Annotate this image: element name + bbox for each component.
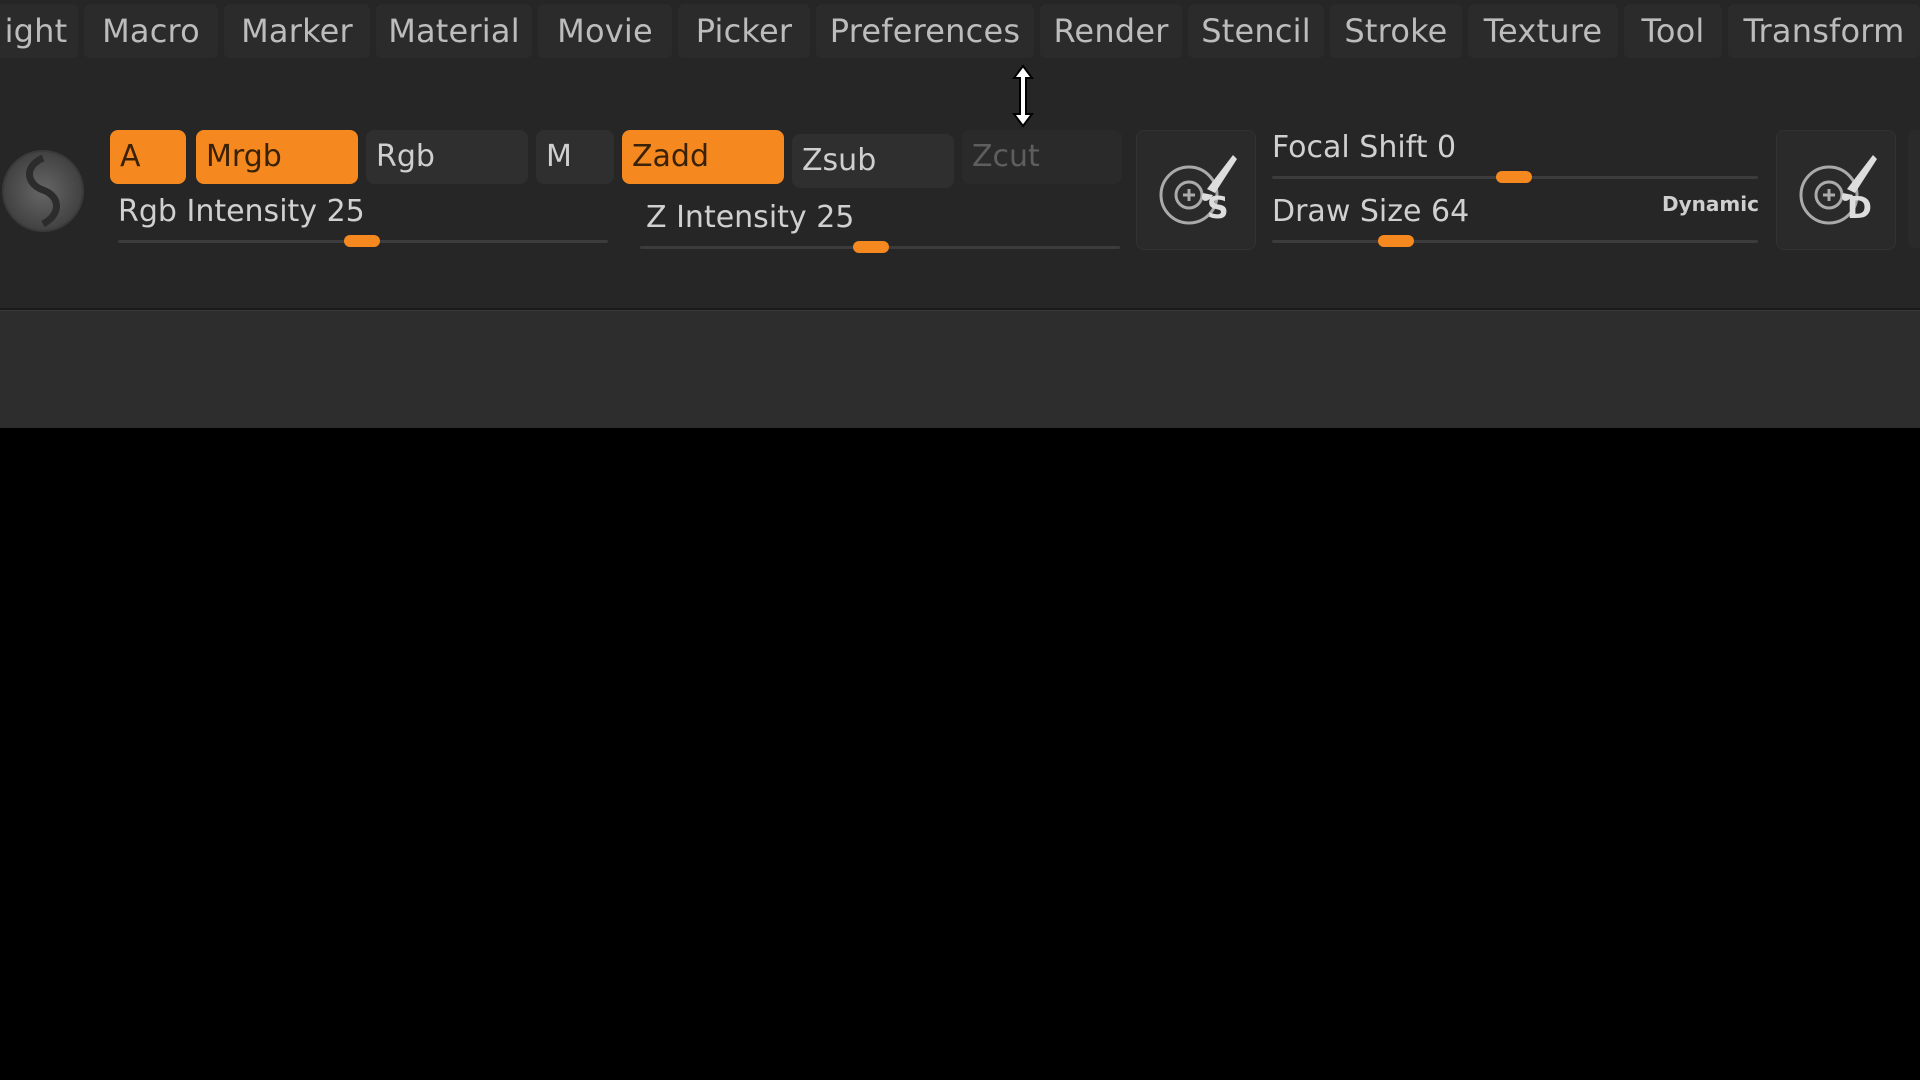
clipped-panel-edge [1908,130,1920,248]
menu-macro[interactable]: Macro [84,4,218,58]
draw-size-slider[interactable] [1272,240,1758,243]
rgb-button[interactable]: Rgb [366,130,528,184]
lightbox-s-panel[interactable]: S [1136,130,1256,250]
resize-vertical-cursor-icon [1012,64,1034,128]
draw-size-slider-thumb[interactable] [1378,235,1414,247]
material-swirl-icon [26,154,60,228]
menu-stroke[interactable]: Stroke [1330,4,1462,58]
menu-movie[interactable]: Movie [538,4,672,58]
menu-bar: ight Macro Marker Material Movie Picker … [0,0,1920,65]
material-sphere-icon[interactable] [2,150,84,232]
mrgb-button[interactable]: Mrgb [196,130,358,184]
brush-s-icon [1159,155,1237,225]
focal-shift-label: Focal Shift 0 [1272,130,1457,165]
brush-d-icon [1799,155,1877,225]
menu-light[interactable]: ight [0,4,78,58]
lightbox-s-letter: S [1207,191,1229,226]
z-intensity-label: Z Intensity 25 [646,200,855,235]
focal-shift-slider-thumb[interactable] [1496,171,1532,183]
zadd-button[interactable]: Zadd [622,130,784,184]
menu-stencil[interactable]: Stencil [1188,4,1324,58]
menu-tool[interactable]: Tool [1624,4,1722,58]
document-canvas[interactable] [0,428,1920,1080]
lightbox-d-letter: D [1847,191,1872,226]
z-intensity-slider-thumb[interactable] [853,241,889,253]
menu-marker[interactable]: Marker [224,4,370,58]
menu-preferences[interactable]: Preferences [816,4,1034,58]
menu-render[interactable]: Render [1040,4,1182,58]
dynamic-toggle[interactable]: Dynamic [1662,192,1759,216]
draw-size-label: Draw Size 64 [1272,194,1470,229]
top-shelf: A Mrgb Rgb M Zadd Zsub Zcut Rgb Intensit… [0,64,1920,310]
secondary-shelf [0,310,1920,429]
m-button[interactable]: M [536,130,614,184]
zsub-button[interactable]: Zsub [792,134,954,188]
menu-texture[interactable]: Texture [1468,4,1618,58]
menu-picker[interactable]: Picker [678,4,810,58]
menu-transform[interactable]: Transform [1728,4,1920,58]
zcut-button[interactable]: Zcut [962,130,1122,184]
rgb-intensity-slider-thumb[interactable] [344,235,380,247]
rgb-intensity-label: Rgb Intensity 25 [118,194,365,229]
menu-material[interactable]: Material [376,4,532,58]
a-button[interactable]: A [110,130,186,184]
lightbox-d-panel[interactable]: D [1776,130,1896,250]
